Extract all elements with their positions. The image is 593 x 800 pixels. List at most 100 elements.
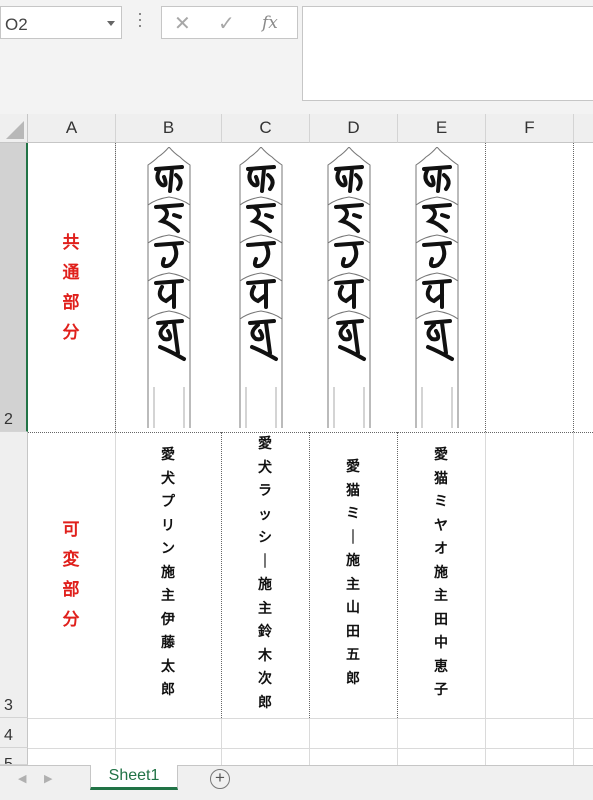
gridline	[28, 748, 593, 749]
gridline	[573, 432, 574, 765]
vertical-char: 次	[258, 671, 272, 687]
vertical-char: 郎	[346, 670, 360, 687]
chevron-down-icon[interactable]	[107, 21, 115, 26]
vertical-char: 五	[346, 647, 360, 663]
label-char: 部	[62, 580, 80, 600]
column-header-f[interactable]: F	[486, 114, 574, 143]
page-break-line	[309, 432, 310, 718]
vertical-char: 猫	[346, 482, 360, 499]
vertical-char: 愛	[434, 447, 448, 463]
vertical-char: 恵	[434, 658, 448, 675]
vertical-char: 山	[346, 600, 360, 616]
vertical-char: 愛	[161, 447, 175, 463]
vertical-char: 施	[434, 564, 448, 581]
insert-function-icon[interactable]: fx	[262, 13, 278, 33]
enter-icon[interactable]: ✓	[218, 11, 235, 36]
formula-area: O2 ✕ ✓ fx	[0, 0, 593, 114]
drag-handle-icon[interactable]	[139, 13, 142, 31]
scroll-left-icon[interactable]: ◀	[18, 772, 26, 785]
vertical-char: オ	[434, 541, 448, 557]
vertical-char: 主	[161, 588, 175, 604]
stupa-image	[327, 147, 371, 428]
select-all-icon	[6, 121, 24, 139]
vertical-char: ッ	[258, 506, 272, 523]
row-number: 5	[4, 756, 13, 765]
scroll-right-icon[interactable]: ▶	[44, 772, 52, 785]
vertical-char: ミ	[346, 506, 360, 522]
label-char: 共	[62, 233, 80, 253]
vertical-char: 愛	[346, 459, 360, 475]
row-header-4[interactable]: 4	[0, 718, 28, 748]
vertical-char: 主	[258, 600, 272, 617]
select-all-button[interactable]	[0, 114, 28, 143]
name-box[interactable]: O2	[0, 6, 122, 39]
label-char: 部	[62, 293, 80, 313]
cell-b3-vertical-text[interactable]: 愛犬プリン施主伊藤太郎	[159, 444, 177, 703]
formula-input[interactable]	[302, 6, 593, 101]
page-break-line	[573, 143, 574, 432]
cell-c3-vertical-text[interactable]: 愛犬ラッシ ｜ 施主鈴木次郎	[256, 433, 274, 715]
sheet-tab-sheet1[interactable]: Sheet1	[90, 765, 178, 790]
label-char: 分	[62, 323, 80, 343]
vertical-char: 子	[434, 682, 448, 698]
vertical-char: 中	[434, 635, 448, 651]
label-char: 分	[62, 610, 80, 630]
gridline	[309, 718, 310, 765]
formula-buttons: ✕ ✓ fx	[161, 6, 298, 39]
add-sheet-icon[interactable]: +	[210, 769, 230, 789]
gridline	[221, 718, 222, 765]
row-header-3[interactable]: 3	[0, 432, 28, 718]
vertical-char: 太	[161, 658, 175, 675]
row-number: 3	[4, 697, 13, 714]
sheet-tab-bar: ◀ ▶	[0, 765, 593, 800]
label-char: 可	[62, 520, 80, 540]
vertical-char: ｜	[258, 553, 272, 570]
vertical-char: シ	[258, 530, 272, 546]
page-break-line	[397, 432, 398, 718]
name-box-value: O2	[5, 15, 28, 34]
vertical-char: 施	[161, 564, 175, 581]
cell-d3-vertical-text[interactable]: 愛猫ミ ｜ 施主山田五郎	[344, 456, 362, 691]
gridline	[485, 432, 486, 765]
stupa-image	[147, 147, 191, 428]
label-char: 通	[62, 263, 80, 283]
vertical-char: ｜	[346, 529, 360, 546]
column-header-b[interactable]: B	[116, 114, 222, 143]
vertical-char: 施	[346, 553, 360, 569]
row-header-5[interactable]: 5	[0, 748, 28, 765]
vertical-char: 田	[434, 611, 448, 628]
vertical-char: 田	[346, 623, 360, 640]
row-number: 4	[4, 727, 13, 744]
vertical-char: 主	[434, 588, 448, 604]
column-header-d[interactable]: D	[310, 114, 398, 143]
vertical-char: 木	[258, 647, 272, 664]
vertical-char: プ	[161, 494, 175, 510]
vertical-char: 犬	[258, 459, 272, 476]
vertical-char: 施	[258, 577, 272, 593]
page-break-line	[115, 143, 116, 432]
page-break-line	[485, 143, 486, 432]
cancel-icon[interactable]: ✕	[174, 11, 191, 36]
column-header-a[interactable]: A	[28, 114, 116, 143]
vertical-char: ラ	[258, 483, 272, 499]
vertical-char: 鈴	[258, 624, 272, 640]
gridline	[397, 718, 398, 765]
label-char: 変	[62, 550, 80, 570]
row-header-2[interactable]: 2	[0, 143, 28, 432]
column-header-g[interactable]	[574, 114, 593, 143]
vertical-char: 伊	[161, 611, 175, 628]
vertical-char: 犬	[161, 470, 175, 487]
cell-e3-vertical-text[interactable]: 愛猫ミヤオ施主田中恵子	[432, 444, 450, 703]
column-header-c[interactable]: C	[222, 114, 310, 143]
vertical-char: リ	[161, 517, 175, 534]
vertical-char: 主	[346, 576, 360, 593]
vertical-char: ヤ	[434, 517, 448, 534]
vertical-char: ミ	[434, 494, 448, 510]
row-number: 2	[4, 411, 13, 428]
column-header-e[interactable]: E	[398, 114, 486, 143]
vertical-char: 猫	[434, 470, 448, 487]
gridline	[28, 718, 593, 719]
page-break-line	[28, 432, 593, 433]
vertical-char: 愛	[258, 436, 272, 452]
page-break-line	[221, 432, 222, 718]
